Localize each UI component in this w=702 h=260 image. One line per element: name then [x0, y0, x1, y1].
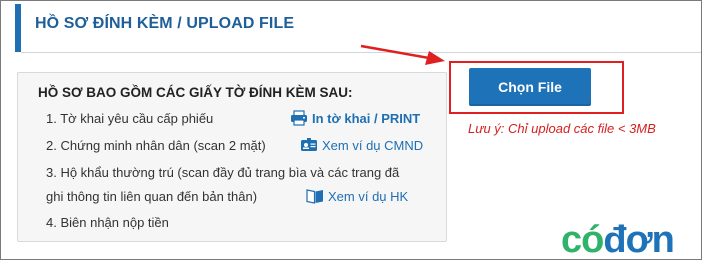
section-accent-bar	[15, 4, 21, 52]
view-hk-sample-label: Xem ví dụ HK	[328, 188, 409, 204]
document-item-2: 2. Chứng minh nhân dân (scan 2 mặt)	[46, 138, 266, 153]
upload-panel: HỒ SƠ ĐÍNH KÈM / UPLOAD FILE HỒ SƠ BAO G…	[0, 0, 702, 260]
codon-logo-text: cóđơn	[561, 219, 674, 259]
upload-size-note: Lưu ý: Chỉ upload các file < 3MB	[468, 121, 656, 136]
section-title: HỒ SƠ ĐÍNH KÈM / UPLOAD FILE	[35, 15, 295, 32]
document-item-3-continued: ghi thông tin liên quan đến bản thân)	[46, 189, 258, 204]
print-form-link[interactable]: In tờ khai / PRINT	[290, 110, 420, 126]
document-item-1: 1. Tờ khai yêu cầu cấp phiếu	[46, 111, 214, 126]
view-cmnd-sample-link[interactable]: Xem ví dụ CMND	[300, 137, 423, 153]
view-cmnd-sample-label: Xem ví dụ CMND	[322, 137, 424, 153]
documents-box: HỒ SƠ BAO GỒM CÁC GIẤY TỜ ĐÍNH KÈM SAU: …	[17, 72, 447, 242]
choose-file-button[interactable]: Chọn File	[469, 68, 591, 106]
book-icon	[306, 188, 324, 204]
print-form-link-label: In tờ khai / PRINT	[312, 110, 421, 126]
view-hk-sample-link[interactable]: Xem ví dụ HK	[306, 188, 408, 204]
id-card-icon	[300, 137, 318, 153]
codon-logo: cóđơn	[561, 219, 675, 259]
printer-icon	[290, 110, 308, 126]
documents-heading: HỒ SƠ BAO GỒM CÁC GIẤY TỜ ĐÍNH KÈM SAU:	[38, 85, 353, 100]
document-item-3: 3. Hộ khẩu thường trú (scan đầy đủ trang…	[46, 165, 400, 180]
red-arrow-icon	[360, 44, 445, 65]
document-item-4: 4. Biên nhận nộp tiền	[46, 215, 169, 230]
